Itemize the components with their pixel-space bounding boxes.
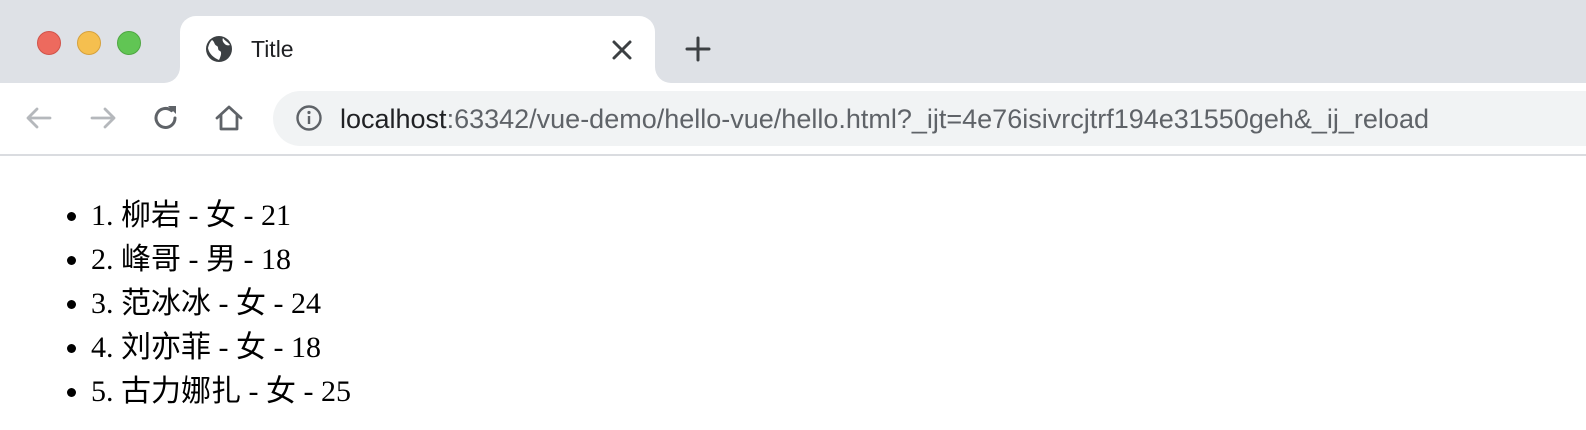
window-zoom-button[interactable] — [117, 31, 141, 55]
window-minimize-button[interactable] — [77, 31, 101, 55]
list-item: 3. 范冰冰 - 女 - 24 — [91, 282, 351, 326]
browser-toolbar: localhost:63342/vue-demo/hello-vue/hello… — [0, 83, 1586, 156]
url-host: localhost — [340, 104, 447, 134]
page-content: 1. 柳岩 - 女 - 21 2. 峰哥 - 男 - 18 3. 范冰冰 - 女… — [0, 156, 1586, 430]
url-text[interactable]: localhost:63342/vue-demo/hello-vue/hello… — [340, 104, 1429, 134]
person-list: 1. 柳岩 - 女 - 21 2. 峰哥 - 男 - 18 3. 范冰冰 - 女… — [91, 194, 351, 414]
info-icon[interactable] — [295, 104, 323, 132]
tab-title: Title — [251, 36, 294, 62]
plus-icon[interactable] — [683, 34, 713, 64]
arrow-left-icon[interactable] — [23, 102, 55, 134]
tab-strip: Title — [0, 0, 1586, 83]
browser-tab[interactable]: Title — [180, 16, 655, 83]
window-close-button[interactable] — [37, 31, 61, 55]
list-item: 2. 峰哥 - 男 - 18 — [91, 238, 351, 282]
list-item: 1. 柳岩 - 女 - 21 — [91, 194, 351, 238]
address-bar[interactable]: localhost:63342/vue-demo/hello-vue/hello… — [273, 91, 1586, 146]
reload-icon[interactable] — [150, 102, 182, 134]
globe-icon — [204, 34, 234, 64]
close-icon[interactable] — [608, 36, 636, 64]
url-path: :63342/vue-demo/hello-vue/hello.html?_ij… — [446, 104, 1429, 134]
home-icon[interactable] — [213, 102, 245, 134]
arrow-right-icon[interactable] — [87, 102, 119, 134]
list-item: 5. 古力娜扎 - 女 - 25 — [91, 370, 351, 414]
list-item: 4. 刘亦菲 - 女 - 18 — [91, 326, 351, 370]
